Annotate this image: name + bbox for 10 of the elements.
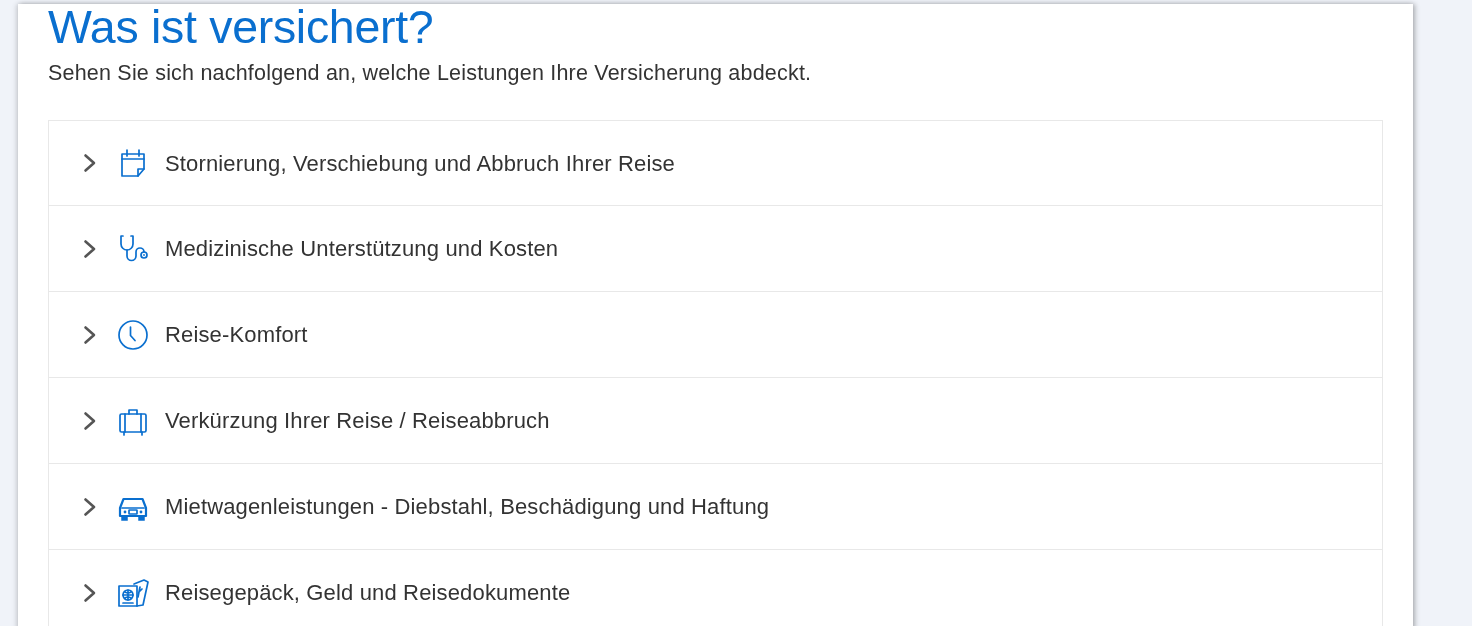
page-title: Was ist versichert? [48,4,435,51]
accordion-header[interactable]: Mietwagenleistungen - Diebstahl, Beschädigung und Haftung [48,463,1383,551]
accordion-header[interactable]: Reise-Komfort [48,291,1383,379]
passport-ticket-icon [117,576,149,609]
page-subtitle: Sehen Sie sich nachfolgend an, welche Leistungen Ihre Versicherung abdeckt. [48,60,813,87]
accordion-header[interactable]: Reisegepäck, Geld und Reisedokumente [48,549,1383,626]
accordion-header[interactable]: Medizinische Unterstützung und Kosten [48,205,1383,293]
clock-icon [117,318,149,351]
accordion-header[interactable]: Stornierung, Verschiebung und Abbruch Ihrer Reise [48,120,1383,207]
accordion-header[interactable]: Verkürzung Ihrer Reise / Reiseabbruch [48,377,1383,465]
